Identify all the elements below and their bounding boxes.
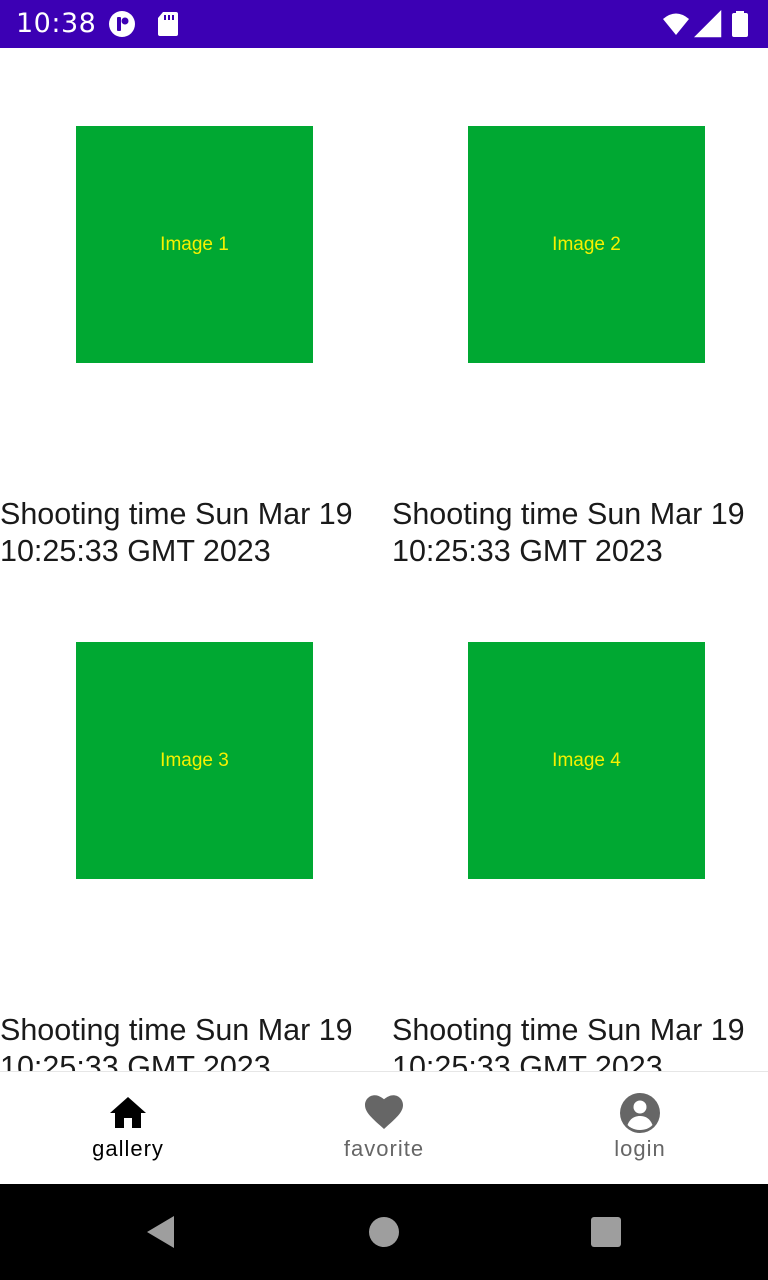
shooting-time-caption: Shooting time Sun Mar 19 10:25:33 GMT 20… xyxy=(0,497,353,568)
recents-icon[interactable] xyxy=(588,1214,624,1250)
nav-item-favorite[interactable]: favorite xyxy=(256,1072,512,1185)
home-circle-icon[interactable] xyxy=(366,1214,402,1250)
home-icon xyxy=(107,1092,149,1134)
shooting-time-caption: Shooting time Sun Mar 19 10:25:33 GMT 20… xyxy=(0,1013,353,1071)
shooting-time-caption: Shooting time Sun Mar 19 10:25:33 GMT 20… xyxy=(392,1013,745,1071)
nav-label-favorite: favorite xyxy=(343,1136,425,1161)
gallery-item[interactable]: Image 1 Shooting time Sun Mar 19 10:25:3… xyxy=(0,48,384,568)
sd-card-icon xyxy=(154,10,182,38)
nav-label-gallery: gallery xyxy=(92,1136,164,1161)
gallery-item[interactable]: Image 2 Shooting time Sun Mar 19 10:25:3… xyxy=(392,48,768,568)
nav-label-login: login xyxy=(614,1136,666,1161)
bottom-navigation: gallery favorite login xyxy=(0,1071,768,1185)
cellular-signal-icon xyxy=(694,10,722,38)
account-circle-icon xyxy=(619,1092,661,1134)
shooting-time-caption: Shooting time Sun Mar 19 10:25:33 GMT 20… xyxy=(392,497,745,568)
nav-item-login[interactable]: login xyxy=(512,1072,768,1185)
heart-icon xyxy=(363,1092,405,1134)
gallery-grid[interactable]: Image 1 Shooting time Sun Mar 19 10:25:3… xyxy=(0,48,768,1071)
gallery-item[interactable]: Image 3 Shooting time Sun Mar 19 10:25:3… xyxy=(0,564,384,1071)
image-thumbnail[interactable]: Image 1 xyxy=(76,126,313,363)
image-thumbnail[interactable]: Image 3 xyxy=(76,642,313,879)
image-label: Image 4 xyxy=(552,749,621,771)
image-thumbnail[interactable]: Image 4 xyxy=(468,642,705,879)
system-navigation-bar xyxy=(0,1184,768,1280)
wifi-icon xyxy=(662,10,690,38)
nav-item-gallery[interactable]: gallery xyxy=(0,1072,256,1185)
status-bar: 10:38 xyxy=(0,0,768,48)
image-thumbnail[interactable]: Image 2 xyxy=(468,126,705,363)
back-icon[interactable] xyxy=(144,1214,180,1250)
gallery-item[interactable]: Image 4 Shooting time Sun Mar 19 10:25:3… xyxy=(392,564,768,1071)
status-time: 10:38 xyxy=(16,8,97,39)
image-label: Image 2 xyxy=(552,233,621,255)
app-notification-icon xyxy=(108,10,136,38)
image-label: Image 1 xyxy=(160,233,229,255)
image-label: Image 3 xyxy=(160,749,229,771)
battery-icon xyxy=(730,10,750,38)
